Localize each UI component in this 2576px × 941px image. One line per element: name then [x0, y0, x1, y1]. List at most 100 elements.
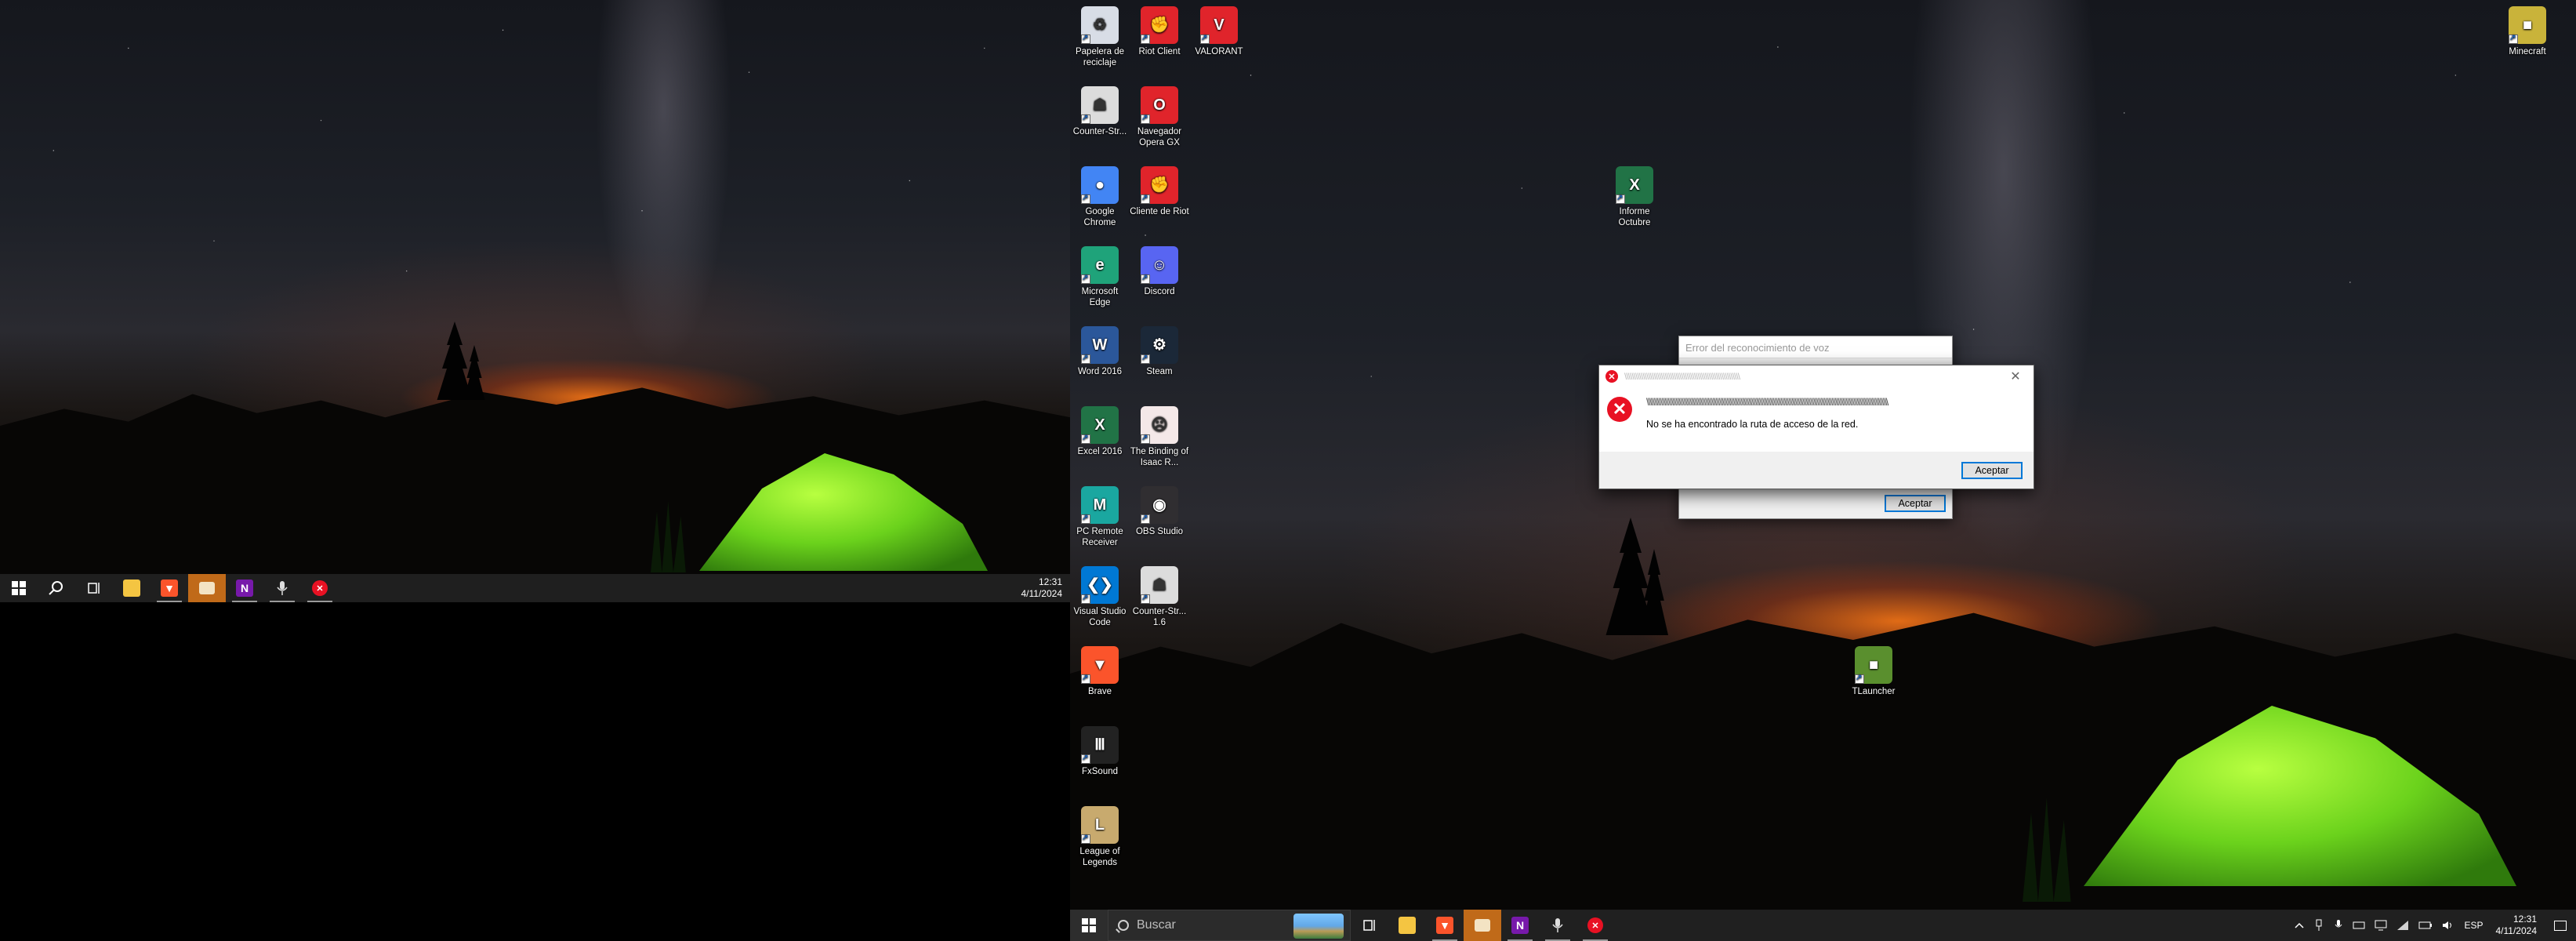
brave-icon: ▼	[1081, 646, 1119, 684]
clock-right[interactable]: 12:31 4/11/2024	[2488, 914, 2545, 937]
edge-icon: e	[1081, 246, 1119, 284]
taskbar-file-explorer[interactable]	[1388, 910, 1426, 941]
ok-button[interactable]: Aceptar	[1885, 495, 1946, 512]
desktop-icon-label: TLauncher	[1852, 687, 1896, 696]
dialog-titlebar: ✕ \\\\\\\\\\\\\\\\\\\\\\\\\\\\\\\\\\\\\\…	[1599, 365, 2034, 387]
shortcut-arrow-icon	[1616, 193, 1625, 204]
task-view-icon	[1363, 920, 1375, 931]
shortcut-arrow-icon	[2509, 33, 2518, 44]
taskbar-error-dialog[interactable]: ✕	[1576, 910, 1614, 941]
recycle-bin-icon: ♻	[1081, 6, 1119, 44]
ok-button[interactable]: Aceptar	[1961, 461, 2023, 479]
task-view-button[interactable]	[1351, 910, 1388, 941]
search-icon	[49, 581, 63, 595]
notification-center-button[interactable]	[2545, 910, 2576, 941]
error-icon: ✕	[312, 580, 328, 596]
desktop-icon[interactable]: X Informe Octubre	[1605, 163, 1664, 228]
keyboard-icon	[2353, 921, 2365, 929]
language-indicator[interactable]: ESP	[2459, 910, 2487, 941]
desktop-icon[interactable]: O Navegador Opera GX	[1130, 83, 1189, 148]
desktop-icon[interactable]: ⚙ Steam	[1130, 323, 1189, 377]
desktop-icon[interactable]: ❮❯ Visual Studio Code	[1070, 563, 1130, 628]
speaker-icon	[2443, 921, 2452, 929]
desktop-icon[interactable]: ✊ Riot Client	[1130, 3, 1189, 57]
desktop-icon[interactable]: ♻ Papelera de reciclaje	[1070, 3, 1130, 68]
desktop-icon[interactable]: ☗ Counter-Str...	[1070, 83, 1130, 137]
tray-display[interactable]	[2370, 910, 2392, 941]
desktop-icon-label: League of Legends	[1079, 847, 1120, 867]
obs-icon: ◉	[1141, 486, 1178, 524]
tray-usb[interactable]	[2309, 910, 2329, 941]
tray-battery[interactable]	[2414, 910, 2437, 941]
valorant-icon: V	[1200, 6, 1238, 44]
desktop-icon[interactable]: ◉ OBS Studio	[1130, 483, 1189, 537]
desktop-icon[interactable]: W Word 2016	[1070, 323, 1130, 377]
desktop-icon[interactable]: Ⅲ FxSound	[1070, 723, 1130, 777]
discord-icon: ☺	[1141, 246, 1178, 284]
search-placeholder: Buscar	[1137, 918, 1176, 932]
desktop-icon[interactable]: X Excel 2016	[1070, 403, 1130, 457]
taskbar-brave[interactable]: ▼	[1426, 910, 1464, 941]
desktop-icon[interactable]: ☹ The Binding of Isaac R...	[1130, 403, 1189, 468]
taskbar-app-window[interactable]	[188, 574, 226, 602]
desktop-icon[interactable]: ■ Minecraft	[2498, 3, 2557, 57]
desktop-icon[interactable]: ● Google Chrome	[1070, 163, 1130, 228]
tray-network[interactable]	[2392, 910, 2414, 941]
desktop-icon-label: PC Remote Receiver	[1076, 527, 1123, 547]
tray-microphone[interactable]	[2329, 910, 2348, 941]
desktop-icon[interactable]: V VALORANT	[1189, 3, 1249, 57]
shortcut-arrow-icon	[1141, 273, 1150, 284]
desktop-icon-label: Minecraft	[2509, 47, 2546, 56]
clock-time: 12:31	[1038, 576, 1062, 587]
taskbar-onenote[interactable]: N	[226, 574, 263, 602]
opera-gx-icon: O	[1141, 86, 1178, 124]
start-button[interactable]	[1070, 910, 1108, 941]
folder-icon	[123, 579, 140, 597]
taskbar-error-dialog[interactable]: ✕	[301, 574, 339, 602]
tray-keyboard[interactable]	[2348, 910, 2370, 941]
desktop-icon[interactable]: ✊ Cliente de Riot	[1130, 163, 1189, 217]
desktop-icon[interactable]: e Microsoft Edge	[1070, 243, 1130, 308]
taskbar-app-window[interactable]	[1464, 910, 1501, 941]
close-icon[interactable]: ✕	[2004, 369, 2027, 384]
dialog-footer: Aceptar	[1599, 452, 2034, 489]
taskbar-voice-recognition[interactable]	[1539, 910, 1576, 941]
shortcut-arrow-icon	[1081, 273, 1090, 284]
excel-icon: X	[1081, 406, 1119, 444]
taskbar-voice-recognition[interactable]	[263, 574, 301, 602]
desktop-icon-label: Cliente de Riot	[1130, 207, 1189, 216]
desktop-icon[interactable]: ☗ Counter-Str... 1.6	[1130, 563, 1189, 628]
riot-client-icon: ✊	[1141, 166, 1178, 204]
taskbar-brave[interactable]: ▼	[151, 574, 188, 602]
desktop-icon[interactable]: L League of Legends	[1070, 803, 1130, 868]
chrome-icon: ●	[1081, 166, 1119, 204]
desktop-icon[interactable]: ☺ Discord	[1130, 243, 1189, 297]
system-tray-left: 12:31 4/11/2024	[1014, 574, 1071, 602]
clock-left[interactable]: 12:31 4/11/2024	[1014, 576, 1071, 600]
shortcut-arrow-icon	[1141, 433, 1150, 444]
excel-file-icon: X	[1616, 166, 1653, 204]
taskbar-file-explorer[interactable]	[113, 574, 151, 602]
search-button[interactable]	[38, 574, 75, 602]
desktop-icon[interactable]: M PC Remote Receiver	[1070, 483, 1130, 548]
word-icon: W	[1081, 326, 1119, 364]
desktop-icon[interactable]: ▼ Brave	[1070, 643, 1130, 697]
desktop-icon-label: Discord	[1144, 287, 1175, 296]
desktop-icon-label: Counter-Str... 1.6	[1132, 607, 1187, 627]
start-button[interactable]	[0, 574, 38, 602]
taskbar-onenote[interactable]: N	[1501, 910, 1539, 941]
network-path-error-dialog[interactable]: ✕ \\\\\\\\\\\\\\\\\\\\\\\\\\\\\\\\\\\\\\…	[1598, 365, 2034, 489]
desktop-icon[interactable]: ■ TLauncher	[1844, 643, 1903, 697]
desktop-icon-label: VALORANT	[1195, 47, 1243, 56]
taskbar-search-box[interactable]: Buscar	[1108, 910, 1351, 941]
dialog-heading: \\\\\\\\\\\\\\\\\\\\\\\\\\\\\\\\\\\\\\\\…	[1646, 397, 1888, 408]
tray-volume[interactable]	[2437, 910, 2459, 941]
chevron-up-icon	[2295, 922, 2305, 928]
task-view-button[interactable]	[75, 574, 113, 602]
desktop-icon-label: FxSound	[1081, 767, 1119, 776]
desktop-icon-label: Excel 2016	[1077, 447, 1123, 456]
show-hidden-icons[interactable]	[2290, 910, 2309, 941]
folder-icon	[1399, 917, 1416, 934]
microphone-icon	[277, 581, 288, 595]
error-icon: ✕	[1605, 370, 1618, 383]
